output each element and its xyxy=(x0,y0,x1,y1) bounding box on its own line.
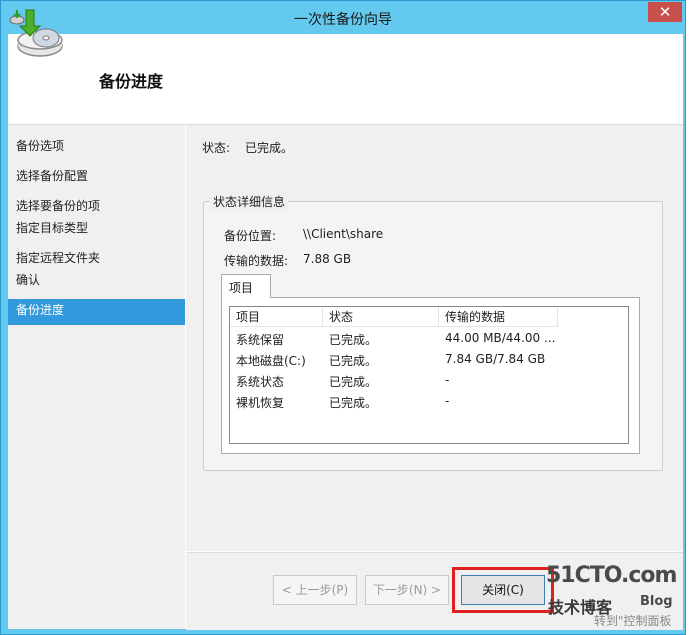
sidebar-item-select-config[interactable]: 选择备份配置 xyxy=(16,167,88,184)
sidebar-item-destination-type[interactable]: 指定目标类型 xyxy=(16,219,88,236)
cell-status: 已完成。 xyxy=(329,333,378,347)
cell-item: 系统状态 xyxy=(236,375,285,389)
table-row[interactable]: 本地磁盘(C:) 已完成。 7.84 GB/7.84 GB xyxy=(230,350,626,371)
cell-item: 裸机恢复 xyxy=(236,396,285,410)
window-close-button[interactable]: ✕ xyxy=(648,2,682,22)
cell-transferred: 7.84 GB/7.84 GB xyxy=(445,352,546,366)
transferred-data-label: 传输的数据: xyxy=(224,254,289,268)
transferred-data-value: 7.88 GB xyxy=(303,252,352,266)
page-title: 备份进度 xyxy=(99,72,164,91)
status-value: 已完成。 xyxy=(245,141,294,155)
cell-item: 本地磁盘(C:) xyxy=(236,354,306,368)
next-button[interactable]: 下一步(N) > xyxy=(365,575,449,605)
status-details-legend: 状态详细信息 xyxy=(210,193,289,210)
cell-transferred: 44.00 MB/44.00 ... xyxy=(445,331,556,345)
table-row[interactable]: 系统保留 已完成。 44.00 MB/44.00 ... xyxy=(230,329,626,350)
window-title: 一次性备份向导 xyxy=(294,12,392,28)
watermark-blog: Blog xyxy=(640,594,673,609)
column-header-transferred[interactable]: 传输的数据 xyxy=(439,307,558,327)
cell-item: 系统保留 xyxy=(236,333,285,347)
sidebar-item-confirm[interactable]: 确认 xyxy=(16,271,40,288)
sidebar-item-progress[interactable]: 备份进度 xyxy=(16,301,64,318)
backup-location-label: 备份位置: xyxy=(224,229,277,243)
sidebar-item-select-items[interactable]: 选择要备份的项 xyxy=(16,197,100,214)
watermark-control-panel: 转到"控制面板 xyxy=(594,614,672,628)
tab-items[interactable]: 项目 xyxy=(221,274,271,298)
cell-transferred: - xyxy=(445,394,450,408)
table-row[interactable]: 裸机恢复 已完成。 - xyxy=(230,392,626,413)
cell-status: 已完成。 xyxy=(329,375,378,389)
column-header-status[interactable]: 状态 xyxy=(323,307,439,327)
previous-button[interactable]: < 上一步(P) xyxy=(273,575,357,605)
watermark-site: 51CTO.com xyxy=(546,563,677,588)
tab-items-label: 项目 xyxy=(229,281,254,295)
status-label: 状态: xyxy=(202,141,231,155)
annotation-highlight-box xyxy=(452,567,554,613)
sidebar-item-remote-folder[interactable]: 指定远程文件夹 xyxy=(16,249,100,266)
cell-status: 已完成。 xyxy=(329,354,378,368)
cell-status: 已完成。 xyxy=(329,396,378,410)
sidebar-item-backup-options[interactable]: 备份选项 xyxy=(16,137,64,154)
table-row[interactable]: 系统状态 已完成。 - xyxy=(230,371,626,392)
column-header-item[interactable]: 项目 xyxy=(230,307,323,327)
cell-transferred: - xyxy=(445,373,450,387)
backup-location-value: \\Client\share xyxy=(303,227,384,241)
backup-disk-icon xyxy=(17,9,63,57)
